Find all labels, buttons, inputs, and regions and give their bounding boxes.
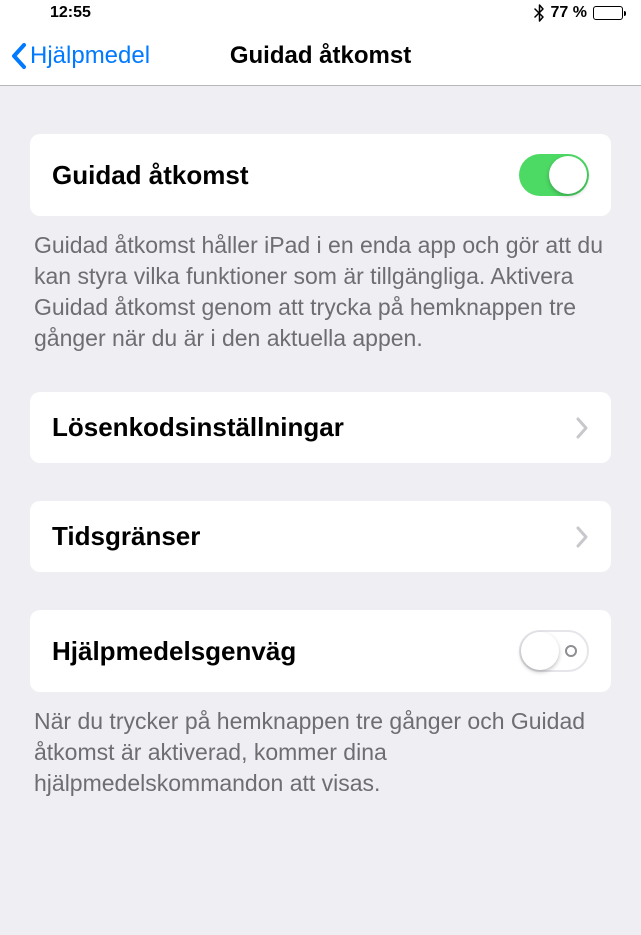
cell-guided-access[interactable]: Guidad åtkomst [30, 134, 611, 216]
chevron-left-icon [10, 42, 28, 70]
cell-label: Lösenkodsinställningar [52, 412, 344, 443]
chevron-right-icon [575, 525, 589, 549]
footer-guided-access: Guidad åtkomst håller iPad i en enda app… [30, 216, 611, 354]
cell-label: Hjälpmedelsgenväg [52, 636, 296, 667]
toggle-accessibility-shortcut[interactable] [519, 630, 589, 672]
cell-accessibility-shortcut[interactable]: Hjälpmedelsgenväg [30, 610, 611, 692]
cell-label: Guidad åtkomst [52, 160, 248, 191]
group-shortcut: Hjälpmedelsgenväg När du trycker på hemk… [30, 610, 611, 799]
back-label: Hjälpmedel [30, 42, 150, 70]
cell-time-limits[interactable]: Tidsgränser [30, 501, 611, 572]
page-title: Guidad åtkomst [230, 42, 411, 70]
toggle-guided-access[interactable] [519, 154, 589, 196]
battery-icon [593, 6, 623, 20]
group-passcode: Lösenkodsinställningar [30, 392, 611, 463]
battery-percent: 77 % [551, 4, 587, 22]
bluetooth-icon [534, 4, 545, 22]
content: Guidad åtkomst Guidad åtkomst håller iPa… [0, 86, 641, 935]
status-right: 77 % [534, 4, 623, 22]
group-time-limits: Tidsgränser [30, 501, 611, 572]
status-time: 12:55 [18, 4, 91, 22]
cell-label: Tidsgränser [52, 521, 200, 552]
back-button[interactable]: Hjälpmedel [10, 42, 150, 70]
footer-shortcut: När du trycker på hemknappen tre gånger … [30, 692, 611, 799]
navigation-bar: Hjälpmedel Guidad åtkomst [0, 26, 641, 86]
cell-passcode-settings[interactable]: Lösenkodsinställningar [30, 392, 611, 463]
status-bar: 12:55 77 % [0, 0, 641, 26]
group-guided-access: Guidad åtkomst Guidad åtkomst håller iPa… [30, 134, 611, 354]
chevron-right-icon [575, 416, 589, 440]
